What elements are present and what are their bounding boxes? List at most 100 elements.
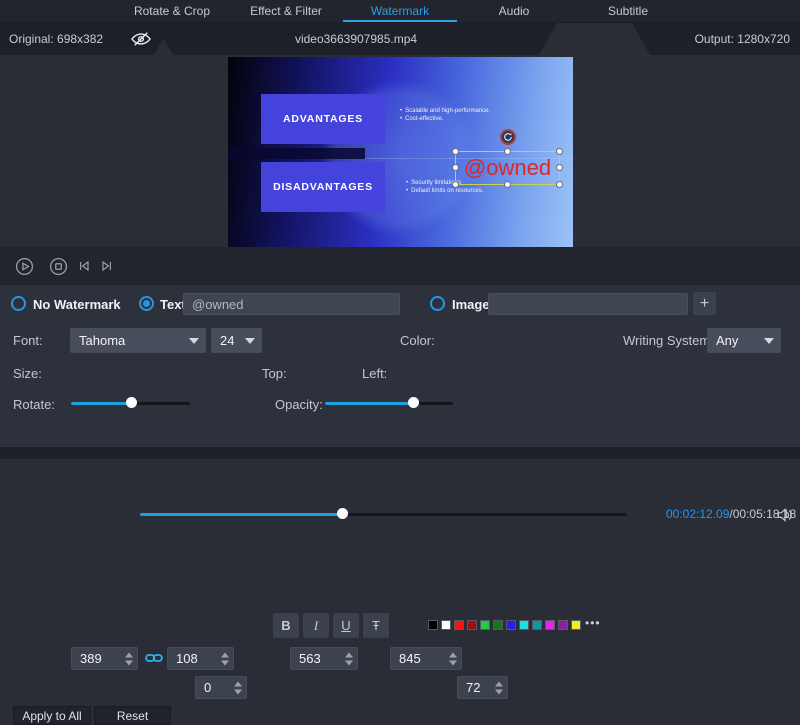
arrow-down-icon[interactable] bbox=[234, 689, 242, 694]
arrow-down-icon[interactable] bbox=[125, 660, 133, 665]
reset-button[interactable]: Reset bbox=[94, 706, 171, 725]
radio-no-watermark[interactable] bbox=[11, 296, 26, 311]
next-frame-button[interactable] bbox=[97, 256, 117, 276]
play-button[interactable] bbox=[14, 256, 34, 276]
selection-handle-top-left[interactable] bbox=[452, 148, 459, 155]
arrow-down-icon[interactable] bbox=[345, 660, 353, 665]
bold-button[interactable]: B bbox=[273, 613, 299, 638]
color-swatch[interactable] bbox=[519, 620, 529, 630]
opacity-spinner[interactable]: 72 bbox=[457, 676, 508, 699]
arrow-up-icon[interactable] bbox=[221, 652, 229, 657]
top-spinner[interactable]: 563 bbox=[290, 647, 358, 670]
selection-handle-mid-left[interactable] bbox=[452, 164, 459, 171]
slide-disadvantages-box: DISADVANTAGES bbox=[261, 162, 385, 212]
watermark-text[interactable]: @owned bbox=[464, 157, 551, 179]
opacity-thumb[interactable] bbox=[408, 397, 419, 408]
rotate-value: 0 bbox=[204, 680, 211, 695]
spinner-arrows bbox=[234, 681, 242, 694]
add-image-button[interactable]: + bbox=[693, 292, 716, 315]
top-label: Top: bbox=[262, 366, 287, 381]
color-swatch[interactable] bbox=[480, 620, 490, 630]
selection-handle-bottom-left[interactable] bbox=[452, 181, 459, 188]
arrow-up-icon[interactable] bbox=[125, 652, 133, 657]
chevron-down-icon bbox=[764, 338, 774, 344]
left-spinner[interactable]: 845 bbox=[390, 647, 462, 670]
stop-button[interactable] bbox=[48, 256, 68, 276]
color-swatch[interactable] bbox=[571, 620, 581, 630]
font-select-value: Tahoma bbox=[79, 333, 125, 348]
opacity-slider[interactable] bbox=[325, 397, 453, 409]
arrow-up-icon[interactable] bbox=[345, 652, 353, 657]
slide-decor-band bbox=[228, 148, 365, 159]
color-swatch[interactable] bbox=[545, 620, 555, 630]
slide-advantages-title: ADVANTAGES bbox=[283, 113, 363, 125]
italic-button[interactable]: I bbox=[303, 613, 329, 638]
image-watermark-input[interactable] bbox=[488, 293, 688, 315]
prev-frame-button[interactable] bbox=[74, 256, 94, 276]
chevron-down-icon bbox=[245, 338, 255, 344]
left-label: Left: bbox=[362, 366, 387, 381]
tab-watermark[interactable]: Watermark bbox=[343, 0, 457, 22]
watermark-rotate-handle[interactable] bbox=[500, 129, 516, 145]
color-swatch[interactable] bbox=[506, 620, 516, 630]
color-swatch[interactable] bbox=[558, 620, 568, 630]
rotate-slider[interactable] bbox=[71, 397, 190, 409]
font-select[interactable]: Tahoma bbox=[70, 328, 206, 353]
tab-rotate-crop[interactable]: Rotate & Crop bbox=[115, 0, 229, 22]
selection-handle-bottom-right[interactable] bbox=[556, 181, 563, 188]
color-swatch[interactable] bbox=[467, 620, 477, 630]
watermark-selection-box[interactable]: @owned bbox=[455, 151, 560, 185]
bullet-item: •Cost-effective. bbox=[400, 115, 490, 123]
arrow-down-icon[interactable] bbox=[221, 660, 229, 665]
color-swatch[interactable] bbox=[428, 620, 438, 630]
selection-handle-top-center[interactable] bbox=[504, 148, 511, 155]
link-icon bbox=[145, 651, 163, 665]
radio-image-watermark[interactable] bbox=[430, 296, 445, 311]
tab-audio[interactable]: Audio bbox=[457, 0, 571, 22]
apply-to-all-button[interactable]: Apply to All bbox=[13, 706, 91, 725]
arrow-up-icon[interactable] bbox=[234, 681, 242, 686]
strikethrough-icon: Ŧ bbox=[372, 618, 380, 633]
watermark-control-panel: No Watermark Text Image + Font: Tahoma 2… bbox=[0, 285, 800, 447]
arrow-down-icon[interactable] bbox=[495, 689, 503, 694]
selection-handle-top-right[interactable] bbox=[556, 148, 563, 155]
arrow-down-icon[interactable] bbox=[449, 660, 457, 665]
more-colors-button[interactable]: ••• bbox=[585, 616, 601, 630]
strikethrough-button[interactable]: Ŧ bbox=[363, 613, 389, 638]
color-swatch[interactable] bbox=[532, 620, 542, 630]
watermark-editor-window: Rotate & Crop Effect & Filter Watermark … bbox=[0, 0, 800, 459]
rotate-label: Rotate: bbox=[13, 397, 55, 412]
radio-text-watermark[interactable] bbox=[139, 296, 154, 311]
text-watermark-input[interactable] bbox=[183, 293, 400, 315]
lock-aspect-button[interactable] bbox=[145, 651, 163, 665]
width-spinner[interactable]: 389 bbox=[71, 647, 138, 670]
bullet-item: •Default limits on resources. bbox=[406, 187, 483, 195]
font-size-select[interactable]: 24 bbox=[211, 328, 262, 353]
top-tab-bar: Rotate & Crop Effect & Filter Watermark … bbox=[0, 0, 800, 23]
progress-thumb[interactable] bbox=[337, 508, 348, 519]
volume-button[interactable] bbox=[776, 507, 796, 523]
color-swatch[interactable] bbox=[441, 620, 451, 630]
underline-button[interactable]: U bbox=[333, 613, 359, 638]
writing-systems-select[interactable]: Any bbox=[707, 328, 781, 353]
selection-handle-mid-right[interactable] bbox=[556, 164, 563, 171]
slide-advantages-box: ADVANTAGES bbox=[261, 94, 385, 144]
font-label: Font: bbox=[13, 333, 43, 348]
arrow-up-icon[interactable] bbox=[495, 681, 503, 686]
rotate-spinner[interactable]: 0 bbox=[195, 676, 247, 699]
color-swatch[interactable] bbox=[493, 620, 503, 630]
playback-bar: 00:02:12.09/00:05:18.18 bbox=[0, 247, 800, 285]
rotate-thumb[interactable] bbox=[126, 397, 137, 408]
tab-subtitle[interactable]: Subtitle bbox=[571, 0, 685, 22]
spinner-arrows bbox=[495, 681, 503, 694]
progress-slider[interactable] bbox=[140, 508, 627, 520]
height-spinner[interactable]: 108 bbox=[167, 647, 234, 670]
color-label: Color: bbox=[400, 333, 435, 348]
plus-icon: + bbox=[700, 295, 709, 313]
selection-handle-bottom-center[interactable] bbox=[504, 181, 511, 188]
color-swatch[interactable] bbox=[454, 620, 464, 630]
tab-effect-filter[interactable]: Effect & Filter bbox=[229, 0, 343, 22]
preview-compare-button[interactable] bbox=[128, 28, 154, 50]
underline-icon: U bbox=[341, 618, 350, 633]
arrow-up-icon[interactable] bbox=[449, 652, 457, 657]
